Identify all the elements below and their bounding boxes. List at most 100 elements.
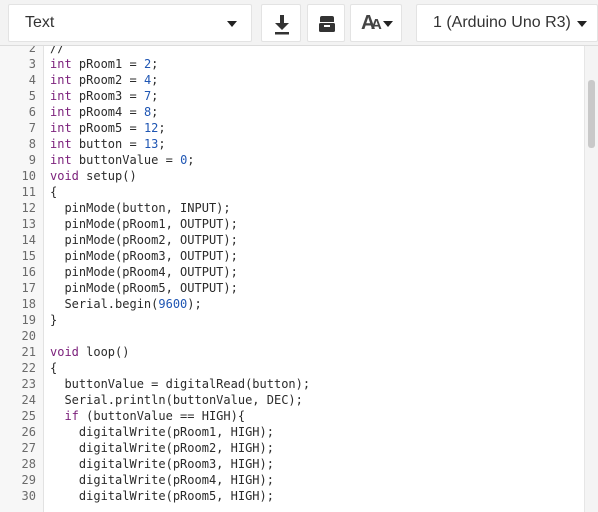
code-lines: 2 // 3 int pRoom1 = 2; 4 int pRoom2 = 4; 5 int …: [0, 46, 584, 504]
line-number: 2: [28, 46, 36, 55]
code-line[interactable]: 14 pinMode(pRoom2, OUTPUT);: [0, 232, 584, 248]
code-line[interactable]: 25 if (buttonValue == HIGH){: [0, 408, 584, 424]
code-line[interactable]: 17 pinMode(pRoom5, OUTPUT);: [0, 280, 584, 296]
line-number: 13: [21, 217, 36, 231]
line-number: 6: [28, 105, 36, 119]
code-text: int pRoom1 = 2;: [50, 57, 159, 71]
code-editor-toolbar: Text A A 1 (Arduino Uno R3): [0, 0, 598, 46]
code-line[interactable]: 3 int pRoom1 = 2;: [0, 56, 584, 72]
code-line[interactable]: 7 int pRoom5 = 12;: [0, 120, 584, 136]
code-line[interactable]: 5 int pRoom3 = 7;: [0, 88, 584, 104]
line-number: 23: [21, 377, 36, 391]
code-line[interactable]: 29 digitalWrite(pRoom4, HIGH);: [0, 472, 584, 488]
code-line[interactable]: 22 {: [0, 360, 584, 376]
editor-mode-dropdown[interactable]: Text: [8, 4, 252, 42]
code-text: buttonValue = digitalRead(button);: [50, 377, 311, 391]
code-text: {: [50, 185, 58, 199]
line-number: 12: [21, 201, 36, 215]
line-number: 11: [21, 185, 36, 199]
code-line[interactable]: 4 int pRoom2 = 4;: [0, 72, 584, 88]
line-number: 20: [21, 329, 36, 343]
code-text: pinMode(pRoom2, OUTPUT);: [50, 233, 238, 247]
line-number: 25: [21, 409, 36, 423]
code-text: pinMode(pRoom4, OUTPUT);: [50, 265, 238, 279]
line-number: 7: [28, 121, 36, 135]
line-number: 16: [21, 265, 36, 279]
code-line[interactable]: 24 Serial.println(buttonValue, DEC);: [0, 392, 584, 408]
code-line[interactable]: 20: [0, 328, 584, 344]
code-line[interactable]: 30 digitalWrite(pRoom5, HIGH);: [0, 488, 584, 504]
editor-scrollbar[interactable]: [584, 46, 598, 512]
line-number: 3: [28, 57, 36, 71]
code-text: digitalWrite(pRoom2, HIGH);: [50, 441, 274, 455]
editor-mode-label: Text: [25, 14, 55, 31]
line-number: 17: [21, 281, 36, 295]
line-number: 9: [28, 153, 36, 167]
code-editor[interactable]: 2 // 3 int pRoom1 = 2; 4 int pRoom2 = 4; 5 int …: [0, 46, 598, 512]
line-number: 4: [28, 73, 36, 87]
chevron-down-icon: [227, 21, 237, 27]
line-number: 15: [21, 249, 36, 263]
line-number: 5: [28, 89, 36, 103]
device-select-label: 1 (Arduino Uno R3): [433, 14, 571, 31]
code-line[interactable]: 12 pinMode(button, INPUT);: [0, 200, 584, 216]
code-text: pinMode(pRoom1, OUTPUT);: [50, 217, 238, 231]
code-text: digitalWrite(pRoom3, HIGH);: [50, 457, 274, 471]
line-number: 21: [21, 345, 36, 359]
code-line[interactable]: 19}: [0, 312, 584, 328]
code-line[interactable]: 18 Serial.begin(9600);: [0, 296, 584, 312]
code-text: int pRoom3 = 7;: [50, 89, 159, 103]
code-text: Serial.begin(9600);: [50, 297, 202, 311]
line-number: 28: [21, 457, 36, 471]
line-number: 19: [21, 313, 36, 327]
download-icon: [275, 15, 289, 35]
code-line[interactable]: 2 //: [0, 46, 584, 56]
code-line[interactable]: 27 digitalWrite(pRoom2, HIGH);: [0, 440, 584, 456]
libraries-button[interactable]: [307, 4, 345, 42]
code-text: digitalWrite(pRoom1, HIGH);: [50, 425, 274, 439]
code-text: pinMode(button, INPUT);: [50, 201, 231, 215]
code-text: int pRoom5 = 12;: [50, 121, 166, 135]
line-number: 24: [21, 393, 36, 407]
code-text: int button = 13;: [50, 137, 166, 151]
code-line[interactable]: 21 void loop(): [0, 344, 584, 360]
code-line[interactable]: 23 buttonValue = digitalRead(button);: [0, 376, 584, 392]
line-number: 18: [21, 297, 36, 311]
code-text: void setup(): [50, 169, 137, 183]
chevron-down-icon: [383, 21, 393, 27]
chevron-down-icon: [577, 21, 587, 27]
code-line[interactable]: 11 {: [0, 184, 584, 200]
code-text: int buttonValue = 0;: [50, 153, 195, 167]
device-select-dropdown[interactable]: 1 (Arduino Uno R3): [416, 4, 598, 42]
code-text: if (buttonValue == HIGH){: [64, 409, 246, 423]
code-text: digitalWrite(pRoom5, HIGH);: [50, 489, 274, 503]
code-line[interactable]: 9 int buttonValue = 0;: [0, 152, 584, 168]
line-number: 27: [21, 441, 36, 455]
line-number: 22: [21, 361, 36, 375]
code-line[interactable]: 10 void setup(): [0, 168, 584, 184]
code-line[interactable]: 28 digitalWrite(pRoom3, HIGH);: [0, 456, 584, 472]
code-line[interactable]: 26 digitalWrite(pRoom1, HIGH);: [0, 424, 584, 440]
code-line[interactable]: 15 pinMode(pRoom3, OUTPUT);: [0, 248, 584, 264]
line-number: 30: [21, 489, 36, 503]
scrollbar-thumb[interactable]: [588, 80, 595, 148]
font-size-button[interactable]: A A: [350, 4, 402, 42]
code-text: //: [50, 46, 65, 55]
line-number: 14: [21, 233, 36, 247]
code-text: Serial.println(buttonValue, DEC);: [50, 393, 303, 407]
code-line[interactable]: 16 pinMode(pRoom4, OUTPUT);: [0, 264, 584, 280]
download-button[interactable]: [261, 4, 301, 42]
code-text: pinMode(pRoom5, OUTPUT);: [50, 281, 238, 295]
code-line[interactable]: 8 int button = 13;: [0, 136, 584, 152]
code-text: int pRoom4 = 8;: [50, 105, 159, 119]
code-text: void loop(): [50, 345, 130, 359]
library-box-icon: [319, 16, 335, 32]
line-number: 26: [21, 425, 36, 439]
line-number: 8: [28, 137, 36, 151]
code-line[interactable]: 13 pinMode(pRoom1, OUTPUT);: [0, 216, 584, 232]
line-number: 29: [21, 473, 36, 487]
code-text: }: [50, 313, 58, 327]
code-line[interactable]: 6 int pRoom4 = 8;: [0, 104, 584, 120]
code-text: {: [50, 361, 58, 375]
line-number: 10: [21, 169, 36, 183]
